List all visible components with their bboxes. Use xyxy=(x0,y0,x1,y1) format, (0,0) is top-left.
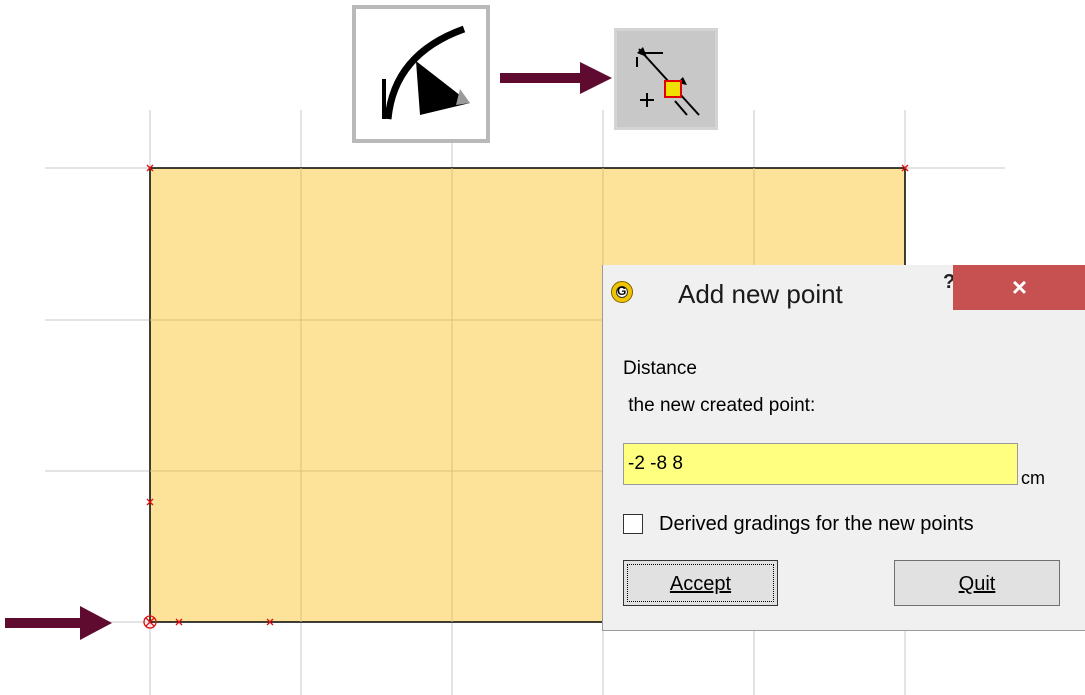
close-button[interactable]: × xyxy=(953,265,1085,310)
derived-gradings-label: Derived gradings for the new points xyxy=(659,513,974,535)
add-new-point-dialog: G Add new point ? × Distance the new cre… xyxy=(602,265,1085,631)
accept-button-label: Accept xyxy=(669,573,732,595)
derived-gradings-checkbox[interactable] xyxy=(623,514,643,534)
arc-tool-button[interactable] xyxy=(352,5,490,143)
arrow-to-point-icon xyxy=(5,606,112,640)
unit-label: cm xyxy=(1021,468,1045,488)
arrow-to-tool-icon xyxy=(500,62,612,94)
add-point-tool-button[interactable] xyxy=(614,28,718,130)
app-icon: G xyxy=(611,281,633,303)
app-icon-letter: G xyxy=(617,284,627,298)
accept-button[interactable]: Accept xyxy=(623,560,778,606)
quit-button[interactable]: Quit xyxy=(894,560,1060,606)
dialog-title: Add new point xyxy=(678,279,843,309)
quit-button-label: Quit xyxy=(958,573,996,595)
distance-sublabel: the new created point: xyxy=(623,395,816,416)
distance-label: Distance xyxy=(623,358,697,379)
add-point-tool-icon xyxy=(636,47,700,116)
arc-tool-icon xyxy=(382,25,470,120)
distance-input[interactable] xyxy=(623,443,1018,485)
dialog-titlebar[interactable]: G Add new point ? × xyxy=(603,265,1085,313)
